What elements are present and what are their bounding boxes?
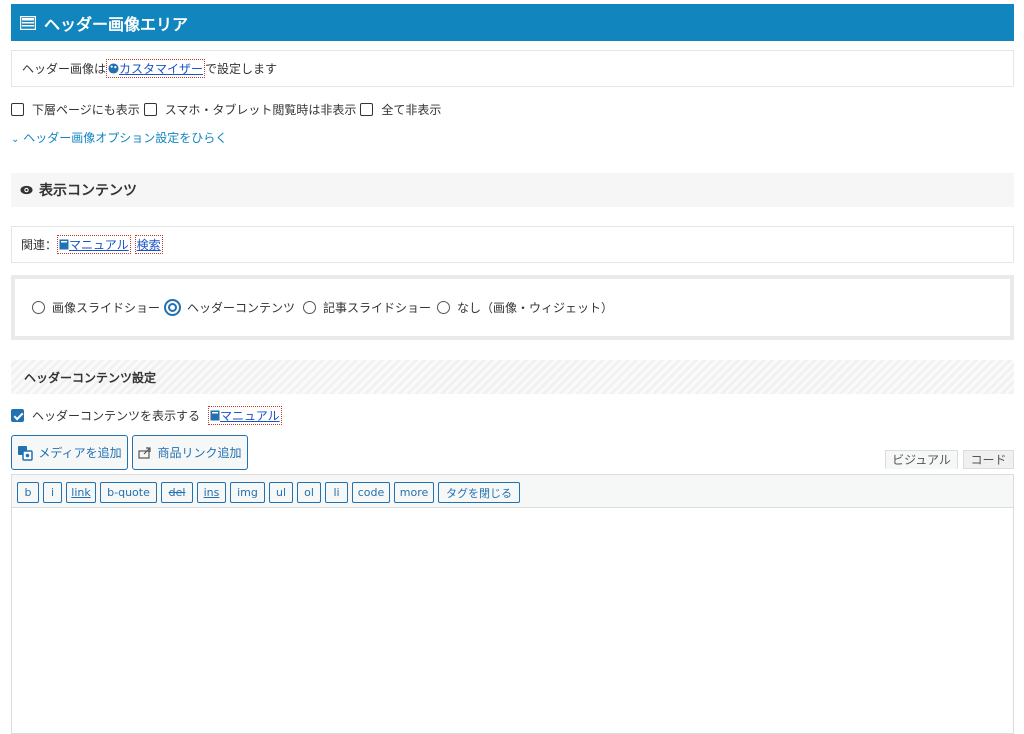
radio-image-slideshow[interactable] xyxy=(32,301,45,314)
display-checkboxes: 下層ページにも表示 スマホ・タブレット閲覧時は非表示 全て非表示 xyxy=(11,100,445,118)
radio-none[interactable] xyxy=(437,301,451,314)
qt-ul-button[interactable]: ul xyxy=(269,482,293,503)
add-product-link-button[interactable]: 商品リンク追加 xyxy=(132,435,248,470)
customizer-info: ヘッダー画像は カスタマイザー で設定します xyxy=(11,50,1014,87)
search-link-label: 検索 xyxy=(136,238,161,252)
qt-li-button[interactable]: li xyxy=(325,482,348,503)
radio-header-content-label: ヘッダーコンテンツ xyxy=(187,301,296,315)
customizer-link-label: カスタマイザー xyxy=(119,62,204,76)
quicktags-toolbar: b i link b-quote del ins img ul ol li co… xyxy=(12,475,1013,508)
qt-ins-button[interactable]: ins xyxy=(197,482,226,503)
checkbox-hide-all-label: 全て非表示 xyxy=(381,102,442,117)
section-title: 表示コンテンツ xyxy=(39,183,137,199)
qt-img-button[interactable]: img xyxy=(230,482,265,503)
add-media-button[interactable]: メディアを追加 xyxy=(11,435,128,470)
editor-textarea[interactable] xyxy=(12,508,1013,728)
layout-icon xyxy=(20,15,36,30)
content-editor: b i link b-quote del ins img ul ol li co… xyxy=(11,474,1014,734)
show-header-content-row: ヘッダーコンテンツを表示する マニュアル xyxy=(11,405,282,425)
open-options-label: ヘッダー画像オプション設定をひらく xyxy=(23,131,228,145)
radio-image-slideshow-label: 画像スライドショー xyxy=(52,301,161,315)
radio-none-label: なし（画像・ウィジェット） xyxy=(457,301,614,315)
qt-del-button[interactable]: del xyxy=(161,482,193,503)
open-options-link[interactable]: ⌄ ヘッダー画像オプション設定をひらく xyxy=(11,129,227,146)
customizer-link[interactable]: カスタマイザー xyxy=(106,59,206,78)
header-content-settings-title: ヘッダーコンテンツ設定 xyxy=(24,370,157,385)
qt-italic-button[interactable]: i xyxy=(43,482,62,503)
show-content-manual-link[interactable]: マニュアル xyxy=(208,405,282,425)
checkbox-hide-all[interactable] xyxy=(360,102,374,116)
checkbox-lower-pages-label: 下層ページにも表示 xyxy=(32,102,140,117)
checkbox-hide-mobile-label: スマホ・タブレット閲覧時は非表示 xyxy=(164,102,357,117)
qt-bold-button[interactable]: b xyxy=(17,482,39,503)
radio-header-content[interactable] xyxy=(164,299,182,316)
add-product-link-label: 商品リンク追加 xyxy=(157,446,242,460)
book-icon xyxy=(210,410,220,420)
qt-ol-button[interactable]: ol xyxy=(297,482,321,503)
tab-visual-label: ビジュアル xyxy=(892,453,951,467)
tab-code-label: コード xyxy=(970,453,1007,467)
chevron-down-icon: ⌄ xyxy=(11,134,20,145)
header-title: ヘッダー画像エリア xyxy=(44,14,189,34)
palette-icon xyxy=(108,63,119,74)
related-links: 関連： マニュアル 検索 xyxy=(11,226,1014,263)
content-type-radio-group: 画像スライドショー ヘッダーコンテンツ 記事スライドショー なし（画像・ウィジェ… xyxy=(11,275,1014,340)
qt-code-button[interactable]: code xyxy=(352,482,390,503)
qt-more-button[interactable]: more xyxy=(394,482,434,503)
header-image-area-bar: ヘッダー画像エリア xyxy=(11,4,1014,41)
display-content-section: 表示コンテンツ xyxy=(11,173,1014,207)
related-label: 関連： xyxy=(21,238,58,252)
qt-blockquote-button[interactable]: b-quote xyxy=(100,482,157,503)
search-link[interactable]: 検索 xyxy=(134,235,163,254)
qt-link-button[interactable]: link xyxy=(66,482,96,503)
radio-post-slideshow[interactable] xyxy=(303,301,317,314)
media-icon xyxy=(18,445,34,461)
tab-visual[interactable]: ビジュアル xyxy=(885,450,958,469)
header-content-settings-bar: ヘッダーコンテンツ設定 xyxy=(11,360,1014,394)
manual-link-label: マニュアル xyxy=(69,238,129,252)
radio-post-slideshow-label: 記事スライドショー xyxy=(323,301,432,315)
eye-icon xyxy=(20,185,33,195)
checkbox-hide-mobile[interactable] xyxy=(143,102,157,116)
info-prefix: ヘッダー画像は xyxy=(22,62,107,76)
add-media-label: メディアを追加 xyxy=(38,446,122,460)
book-icon xyxy=(59,239,69,250)
manual-link[interactable]: マニュアル xyxy=(57,235,131,254)
tab-code[interactable]: コード xyxy=(963,450,1014,469)
info-suffix: で設定します xyxy=(205,62,278,76)
show-content-manual-label: マニュアル xyxy=(220,408,280,423)
qt-close-tags-button[interactable]: タグを閉じる xyxy=(438,482,520,503)
show-header-content-label: ヘッダーコンテンツを表示する xyxy=(32,408,201,423)
share-icon xyxy=(138,446,152,459)
checkbox-lower-pages[interactable] xyxy=(11,102,24,116)
checkbox-show-header-content[interactable] xyxy=(11,408,24,422)
